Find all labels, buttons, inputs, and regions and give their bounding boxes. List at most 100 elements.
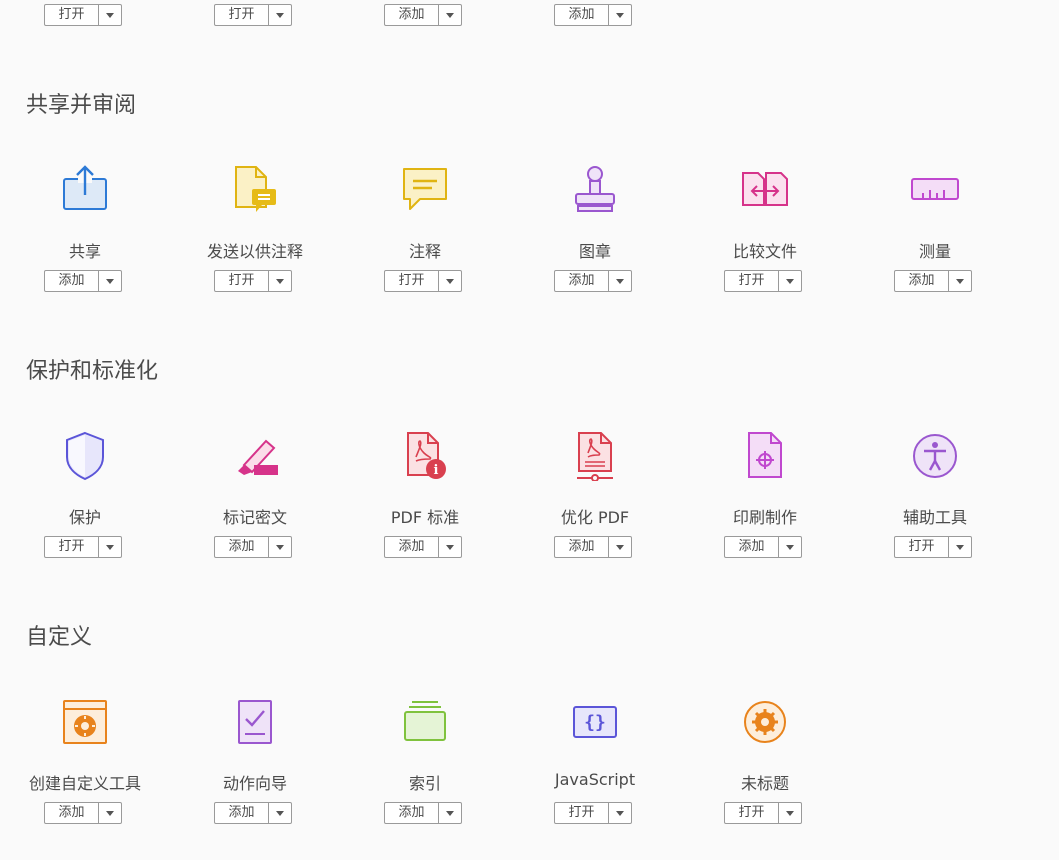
- open-split-button[interactable]: 打开: [894, 536, 972, 558]
- open-split-button[interactable]: 打开: [214, 270, 292, 292]
- add-split-button[interactable]: 添加: [384, 536, 462, 558]
- chevron-down-icon[interactable]: [269, 271, 291, 291]
- add-split-button[interactable]: 添加: [724, 536, 802, 558]
- open-split-button[interactable]: 打开: [724, 270, 802, 292]
- open-split-button[interactable]: 打开: [724, 802, 802, 824]
- tool-label: 比较文件: [732, 242, 797, 261]
- add-button[interactable]: 添加: [45, 271, 99, 291]
- comment-icon: [403, 168, 447, 210]
- add-button[interactable]: 添加: [555, 5, 609, 25]
- top-partial-row: 打开 打开 添加 添加: [0, 4, 1059, 30]
- measure-icon: [911, 178, 959, 200]
- chevron-down-icon[interactable]: [609, 5, 631, 25]
- tool-label: JavaScript: [554, 770, 636, 789]
- accessibility-icon: [913, 434, 957, 478]
- open-button[interactable]: 打开: [45, 5, 99, 25]
- chevron-down-icon[interactable]: [949, 537, 971, 557]
- svg-text:{}: {}: [584, 712, 606, 733]
- add-button[interactable]: 添加: [215, 537, 269, 557]
- chevron-down-icon[interactable]: [949, 271, 971, 291]
- open-button[interactable]: 打开: [385, 271, 439, 291]
- add-button[interactable]: 添加: [725, 537, 779, 557]
- chevron-down-icon[interactable]: [609, 271, 631, 291]
- send-for-comments-icon: [235, 166, 276, 212]
- tool-label: PDF 标准: [390, 508, 460, 527]
- tool-label: 标记密文: [222, 508, 287, 527]
- share-icon: [63, 165, 107, 210]
- pdf-standards-icon: i: [407, 432, 446, 479]
- chevron-down-icon[interactable]: [269, 803, 291, 823]
- open-split-button[interactable]: 打开: [44, 4, 122, 26]
- add-button[interactable]: 添加: [215, 803, 269, 823]
- tool-label: 动作向导: [222, 774, 287, 793]
- chevron-down-icon[interactable]: [269, 5, 291, 25]
- chevron-down-icon[interactable]: [779, 271, 801, 291]
- optimize-pdf-icon: [577, 432, 613, 481]
- chevron-down-icon[interactable]: [439, 5, 461, 25]
- tool-label: 图章: [578, 242, 611, 261]
- print-production-icon: [748, 432, 782, 478]
- chevron-down-icon[interactable]: [439, 803, 461, 823]
- chevron-down-icon[interactable]: [99, 5, 121, 25]
- add-button[interactable]: 添加: [45, 803, 99, 823]
- add-button[interactable]: 添加: [385, 5, 439, 25]
- chevron-down-icon[interactable]: [439, 271, 461, 291]
- add-split-button[interactable]: 添加: [554, 536, 632, 558]
- open-button[interactable]: 打开: [725, 271, 779, 291]
- add-split-button[interactable]: 添加: [894, 270, 972, 292]
- add-button[interactable]: 添加: [385, 537, 439, 557]
- chevron-down-icon[interactable]: [609, 803, 631, 823]
- add-button[interactable]: 添加: [555, 537, 609, 557]
- protect-icon: [66, 431, 104, 481]
- section-title-customize: 自定义: [26, 625, 93, 650]
- add-split-button[interactable]: 添加: [554, 4, 632, 26]
- add-split-button[interactable]: 添加: [384, 802, 462, 824]
- section-title-share-review: 共享并审阅: [26, 93, 137, 118]
- open-split-button[interactable]: 打开: [214, 4, 292, 26]
- svg-text:i: i: [434, 463, 439, 478]
- create-custom-tool-icon: [63, 700, 107, 744]
- tool-label: 索引: [408, 774, 441, 793]
- tool-label: 发送以供注释: [206, 242, 303, 261]
- add-split-button[interactable]: 添加: [554, 270, 632, 292]
- tool-label: 注释: [408, 242, 441, 261]
- open-button[interactable]: 打开: [215, 271, 269, 291]
- open-button[interactable]: 打开: [45, 537, 99, 557]
- tool-label: 共享: [68, 242, 101, 261]
- tool-label: 辅助工具: [902, 508, 967, 527]
- chevron-down-icon[interactable]: [99, 537, 121, 557]
- open-split-button[interactable]: 打开: [554, 802, 632, 824]
- chevron-down-icon[interactable]: [609, 537, 631, 557]
- tool-label: 印刷制作: [732, 508, 797, 527]
- chevron-down-icon[interactable]: [779, 803, 801, 823]
- open-split-button[interactable]: 打开: [44, 536, 122, 558]
- untitled-icon: [744, 701, 786, 743]
- chevron-down-icon[interactable]: [269, 537, 291, 557]
- chevron-down-icon[interactable]: [439, 537, 461, 557]
- section-title-protect-standardize: 保护和标准化: [26, 359, 159, 384]
- add-split-button[interactable]: 添加: [44, 270, 122, 292]
- add-split-button[interactable]: 添加: [384, 4, 462, 26]
- redact-icon: [238, 439, 278, 475]
- chevron-down-icon[interactable]: [99, 803, 121, 823]
- tool-label: 保护: [68, 508, 101, 527]
- compare-files-icon: [742, 172, 788, 206]
- chevron-down-icon[interactable]: [99, 271, 121, 291]
- add-button[interactable]: 添加: [895, 271, 949, 291]
- add-button[interactable]: 添加: [385, 803, 439, 823]
- open-button[interactable]: 打开: [215, 5, 269, 25]
- open-split-button[interactable]: 打开: [384, 270, 462, 292]
- open-button[interactable]: 打开: [555, 803, 609, 823]
- open-button[interactable]: 打开: [895, 537, 949, 557]
- add-button[interactable]: 添加: [555, 271, 609, 291]
- tool-label: 未标题: [740, 774, 789, 793]
- action-wizard-icon: [238, 700, 272, 744]
- open-button[interactable]: 打开: [725, 803, 779, 823]
- add-split-button[interactable]: 添加: [214, 536, 292, 558]
- tool-label: 优化 PDF: [560, 508, 630, 527]
- add-split-button[interactable]: 添加: [44, 802, 122, 824]
- tool-label: 测量: [918, 242, 951, 261]
- index-icon: [404, 701, 446, 741]
- add-split-button[interactable]: 添加: [214, 802, 292, 824]
- chevron-down-icon[interactable]: [779, 537, 801, 557]
